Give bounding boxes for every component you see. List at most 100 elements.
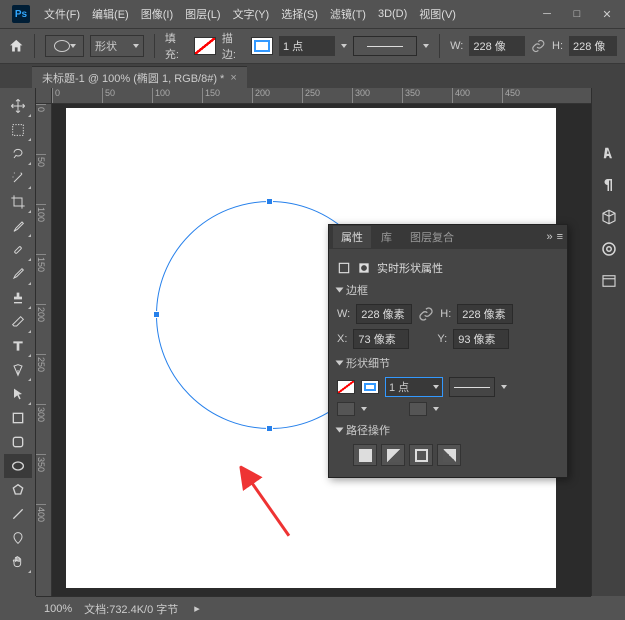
cap-butt[interactable] — [337, 402, 355, 416]
type-tool[interactable] — [4, 334, 32, 358]
move-tool[interactable] — [4, 94, 32, 118]
prop-height-input[interactable] — [457, 304, 513, 324]
heal-tool[interactable] — [4, 238, 32, 262]
stroke-label: 描边: — [222, 30, 245, 62]
tools-panel — [0, 88, 36, 596]
close-icon[interactable]: × — [230, 72, 236, 84]
zoom-level[interactable]: 100% — [44, 603, 72, 615]
panel-title: 实时形状属性 — [377, 260, 443, 276]
height-label: H: — [552, 40, 563, 52]
marquee-tool[interactable] — [4, 118, 32, 142]
shape-mode-dropdown[interactable]: 形状 — [90, 35, 144, 57]
disclosure-icon[interactable] — [336, 361, 344, 366]
tab-layercomp[interactable]: 图层复合 — [402, 226, 462, 248]
tab-library[interactable]: 库 — [373, 226, 400, 248]
prop-x-input[interactable] — [353, 329, 409, 349]
character-panel-icon[interactable] — [600, 144, 618, 162]
horizontal-ruler[interactable]: 050100150200250300350400450 — [52, 88, 591, 104]
handle-bottom[interactable] — [266, 425, 273, 432]
tab-properties[interactable]: 属性 — [333, 226, 371, 248]
path-combine[interactable] — [353, 444, 377, 466]
pen-tool[interactable] — [4, 358, 32, 382]
vertical-ruler[interactable]: 050100150200250300350400 — [36, 104, 52, 596]
cube-panel-icon[interactable] — [600, 208, 618, 226]
menu-image[interactable]: 图像(I) — [135, 6, 179, 22]
prop-w-label: W: — [337, 308, 350, 320]
fill-label: 填充: — [165, 30, 188, 62]
paragraph-panel-icon[interactable] — [600, 176, 618, 194]
prop-h-label: H: — [440, 308, 451, 320]
doc-info: 文档:732.4K/0 字节 — [84, 601, 178, 617]
shape-mode-label: 形状 — [95, 38, 117, 54]
menu-file[interactable]: 文件(F) — [38, 6, 86, 22]
stroke-swatch[interactable] — [251, 37, 273, 55]
width-label: W: — [450, 40, 463, 52]
title-bar: Ps 文件(F) 编辑(E) 图像(I) 图层(L) 文字(Y) 选择(S) 滤… — [0, 0, 625, 28]
shape-bounds-icon — [337, 261, 351, 275]
prop-stroke-swatch[interactable] — [361, 380, 379, 394]
fill-swatch[interactable] — [194, 37, 216, 55]
rect-tool[interactable] — [4, 406, 32, 430]
stroke-style-dropdown[interactable] — [353, 36, 417, 56]
section-path: 路径操作 — [346, 422, 390, 438]
stamp-tool[interactable] — [4, 286, 32, 310]
cc-panel-icon[interactable] — [600, 240, 618, 258]
polygon-tool[interactable] — [4, 478, 32, 502]
close-button[interactable]: ✕ — [593, 4, 621, 24]
menu-layer[interactable]: 图层(L) — [179, 6, 226, 22]
section-detail: 形状细节 — [346, 355, 390, 371]
menu-3d[interactable]: 3D(D) — [372, 8, 413, 20]
ellipse-tool[interactable] — [4, 454, 32, 478]
crop-tool[interactable] — [4, 190, 32, 214]
width-input[interactable] — [469, 36, 525, 56]
handle-left[interactable] — [153, 311, 160, 318]
prop-x-label: X: — [337, 333, 347, 345]
section-border: 边框 — [346, 282, 368, 298]
properties-panel[interactable]: 属性 库 图层复合 » ≡ 实时形状属性 边框 W: H: X: Y: 形状细节 — [328, 224, 568, 478]
custom-shape-tool[interactable] — [4, 526, 32, 550]
prop-y-input[interactable] — [453, 329, 509, 349]
eyedropper-tool[interactable] — [4, 214, 32, 238]
maximize-button[interactable]: □ — [563, 4, 591, 24]
disclosure-icon[interactable] — [336, 428, 344, 433]
menu-edit[interactable]: 编辑(E) — [86, 6, 135, 22]
brush-tool[interactable] — [4, 262, 32, 286]
wand-tool[interactable] — [4, 166, 32, 190]
menu-type[interactable]: 文字(Y) — [227, 6, 276, 22]
lasso-tool[interactable] — [4, 142, 32, 166]
roundrect-tool[interactable] — [4, 430, 32, 454]
mask-icon — [357, 261, 371, 275]
hand-tool[interactable] — [4, 550, 32, 574]
prop-width-input[interactable] — [356, 304, 412, 324]
libraries-panel-icon[interactable] — [600, 272, 618, 290]
ellipse-icon — [54, 40, 70, 52]
path-select-tool[interactable] — [4, 382, 32, 406]
prop-y-label: Y: — [437, 333, 447, 345]
home-icon[interactable] — [8, 37, 24, 55]
prop-stroke-style[interactable] — [449, 377, 495, 397]
path-subtract[interactable] — [381, 444, 405, 466]
link-wh-icon[interactable] — [418, 306, 434, 322]
disclosure-icon[interactable] — [336, 288, 344, 293]
prop-stroke-width[interactable]: 1 点 — [385, 377, 443, 397]
menu-select[interactable]: 选择(S) — [275, 6, 324, 22]
menu-view[interactable]: 视图(V) — [413, 6, 462, 22]
prop-fill-swatch[interactable] — [337, 380, 355, 394]
document-tab[interactable]: 未标题-1 @ 100% (椭圆 1, RGB/8#) * × — [32, 66, 247, 88]
join-miter[interactable] — [409, 402, 427, 416]
panel-menu-icon[interactable]: ≡ — [557, 231, 563, 243]
path-intersect[interactable] — [409, 444, 433, 466]
menu-filter[interactable]: 滤镜(T) — [324, 6, 372, 22]
stroke-width-input[interactable] — [279, 36, 335, 56]
handle-top[interactable] — [266, 198, 273, 205]
path-exclude[interactable] — [437, 444, 461, 466]
height-input[interactable] — [569, 36, 617, 56]
line-tool[interactable] — [4, 502, 32, 526]
options-bar: 形状 填充: 描边: W: H: — [0, 28, 625, 64]
tool-preset-dropdown[interactable] — [45, 35, 84, 57]
eraser-tool[interactable] — [4, 310, 32, 334]
minimize-button[interactable]: ─ — [533, 4, 561, 24]
expand-icon[interactable]: » — [546, 231, 552, 243]
link-icon[interactable] — [531, 38, 546, 54]
document-tab-title: 未标题-1 @ 100% (椭圆 1, RGB/8#) * — [42, 70, 224, 86]
